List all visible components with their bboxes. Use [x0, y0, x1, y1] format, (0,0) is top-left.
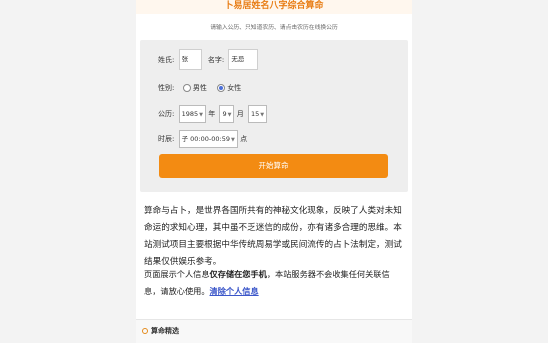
start-fortune-button[interactable]: 开始算命	[159, 154, 388, 178]
clear-info-link[interactable]: 清除个人信息	[210, 286, 259, 296]
time-select[interactable]: 子 00:00-00:59▼	[178, 130, 238, 148]
chevron-down-icon: ▼	[230, 137, 235, 143]
surname-input[interactable]: 张	[178, 49, 202, 70]
page-subtitle: 请输入公历、只知道农历、请点击农历在线换公历	[210, 25, 338, 31]
date-row: 公历: 1985▼ 年 9▼ 月 15▼	[158, 105, 268, 123]
gender-option-male[interactable]: 男性	[182, 84, 209, 92]
chevron-down-icon: ▼	[227, 112, 232, 118]
given-name-label: 名字:	[207, 55, 225, 64]
year-value: 1985	[181, 110, 199, 118]
privacy-paragraph: 页面展示个人信息仅存储在您手机，本站服务器不会收集任何关联信息，请放心使用。清除…	[144, 266, 406, 300]
date-label: 公历:	[158, 110, 175, 118]
radio-female[interactable]	[217, 84, 226, 92]
day-select[interactable]: 15▼	[247, 105, 268, 123]
chevron-down-icon: ▼	[260, 112, 265, 118]
privacy-prefix: 页面展示个人信息	[144, 269, 210, 279]
year-select[interactable]: 1985▼	[178, 105, 206, 123]
month-value: 9	[222, 110, 227, 118]
year-unit: 年	[208, 110, 216, 118]
gender-label: 性别:	[158, 84, 175, 92]
time-unit: 点	[240, 135, 248, 143]
given-name-input[interactable]: 无忌	[228, 49, 259, 70]
chevron-down-icon: ▼	[199, 112, 203, 118]
circle-icon	[142, 328, 148, 334]
intro-paragraph: 算命与占卜，是世界各国所共有的神秘文化现象，反映了人类对未知命运的求知心理，其中…	[144, 206, 402, 267]
gender-male-label: 男性	[192, 84, 207, 92]
time-value: 子 00:00-00:59	[181, 135, 230, 143]
time-label: 时辰:	[158, 135, 175, 143]
month-select[interactable]: 9▼	[219, 105, 235, 123]
section-header: 算命精选	[136, 319, 412, 343]
gender-female-label: 女性	[227, 84, 242, 92]
page-title: 卜易居姓名八字综合算命	[136, 0, 412, 14]
section-title: 算命精选	[151, 327, 179, 335]
privacy-bold: 仅存储在您手机	[209, 269, 267, 279]
radio-male[interactable]	[182, 84, 191, 92]
gender-option-female[interactable]: 女性	[217, 84, 241, 92]
month-unit: 月	[236, 110, 244, 118]
time-row: 时辰: 子 00:00-00:59▼ 点	[158, 130, 247, 148]
gender-row: 性别: 男性 女性	[158, 83, 241, 93]
day-value: 15	[250, 110, 260, 118]
page-container: 卜易居姓名八字综合算命 请输入公历、只知道农历、请点击农历在线换公历 姓氏: 张…	[136, 0, 412, 343]
surname-label: 姓氏:	[158, 55, 175, 64]
name-row: 姓氏: 张 名字: 无忌	[158, 49, 259, 70]
